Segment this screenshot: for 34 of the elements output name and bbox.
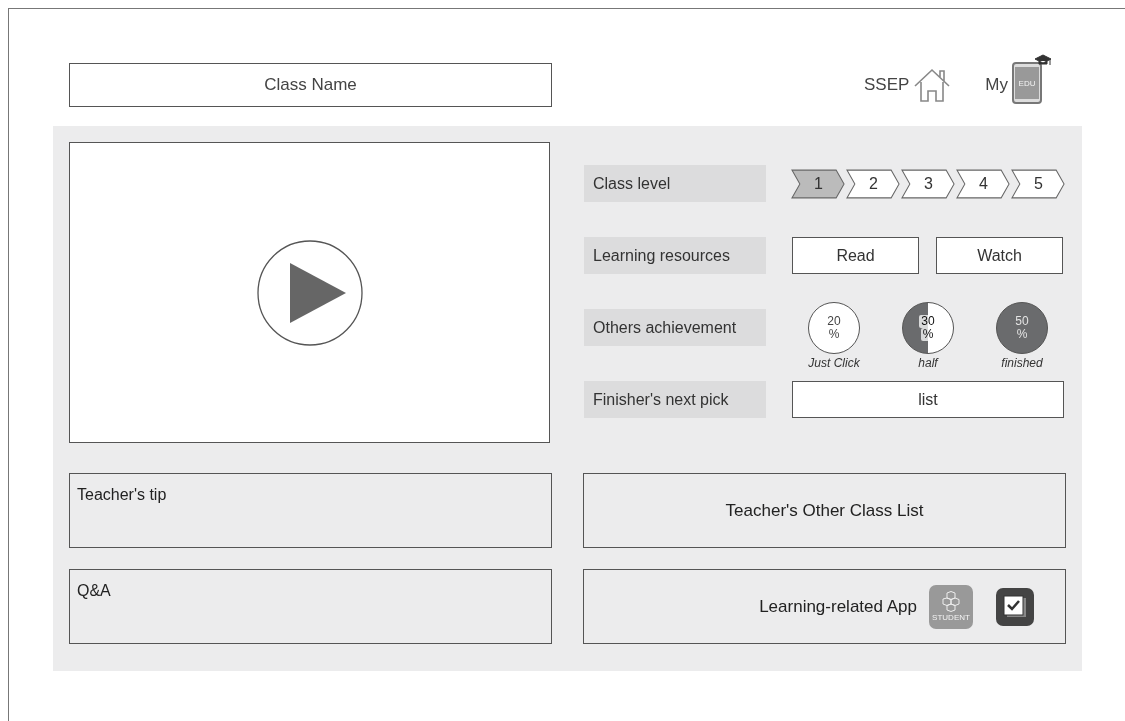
tablet-label: EDU — [1018, 78, 1036, 88]
learning-resources-label: Learning resources — [584, 237, 766, 274]
percent-value: 30 — [919, 314, 937, 328]
next-pick-label: Finisher's next pick — [584, 381, 766, 418]
achievement-caption: finished — [1001, 355, 1043, 370]
class-level-label: Class level — [584, 165, 766, 202]
resource-button[interactable]: Read — [792, 237, 919, 274]
level-step[interactable]: 1 — [791, 168, 846, 199]
level-step[interactable]: 2 — [846, 168, 901, 199]
other-class-list-button[interactable]: Teacher's Other Class List — [583, 473, 1066, 548]
hexagon-icon — [941, 591, 961, 613]
percent-sign: % — [828, 327, 840, 341]
home-icon[interactable] — [913, 67, 952, 103]
percent-value: 20 — [827, 314, 841, 328]
resource-button[interactable]: Watch — [936, 237, 1063, 274]
achievement-caption: half — [918, 355, 938, 370]
class-name-field: Class Name — [69, 63, 552, 107]
apps-label: Learning-related App — [759, 596, 917, 617]
qa-title: Q&A — [77, 582, 111, 599]
graduation-cap-icon — [1034, 54, 1052, 66]
others-achievement-label: Others achievement — [584, 309, 766, 346]
level-step[interactable]: 4 — [956, 168, 1011, 199]
ssep-link[interactable]: SSEP — [863, 75, 910, 95]
my-link[interactable]: My — [985, 75, 1008, 95]
list-button[interactable]: list — [792, 381, 1064, 418]
checkbox-app-icon[interactable] — [995, 586, 1035, 627]
percent-value: 50 — [1015, 314, 1029, 328]
percent-sign: % — [1016, 327, 1028, 341]
teachers-tip-title: Teacher's tip — [77, 486, 167, 503]
student-app-label: STUDENT — [932, 613, 970, 622]
level-step[interactable]: 5 — [1011, 168, 1066, 199]
achievement-caption: Just Click — [808, 355, 860, 370]
level-step[interactable]: 3 — [901, 168, 956, 199]
play-icon[interactable] — [255, 238, 364, 347]
